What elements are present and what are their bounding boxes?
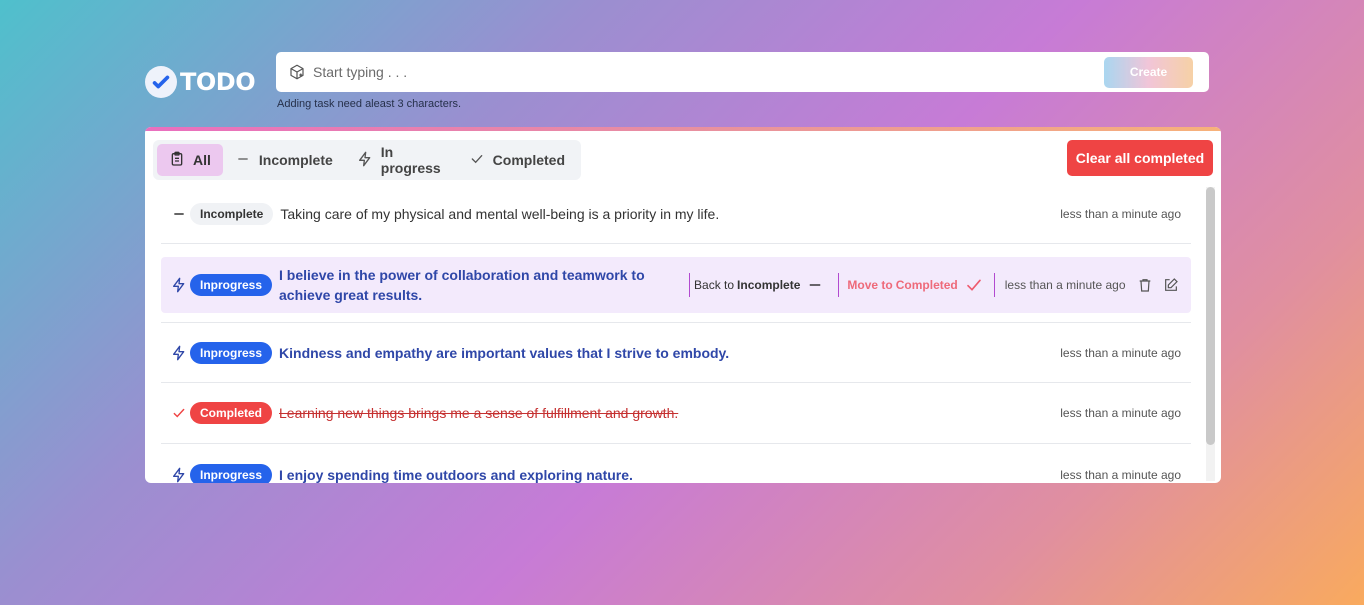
status-badge: Incomplete [190,203,274,225]
create-button[interactable]: Create [1104,56,1193,88]
tab-in-progress-label: In progress [380,144,441,176]
task-row[interactable]: Inprogress I believe in the power of col… [161,257,1191,313]
tab-incomplete-label: Incomplete [258,152,333,168]
tab-all-label: All [193,152,211,168]
task-row[interactable]: Inprogress Kindness and empathy are impo… [161,322,1191,383]
task-time: less than a minute ago [1060,406,1181,420]
task-row[interactable]: Completed Learning new things brings me … [161,383,1191,444]
divider [993,273,995,297]
status-badge: Completed [190,402,273,424]
tab-incomplete[interactable]: Incomplete [223,144,345,176]
minus-icon [235,151,251,170]
task-text: I believe in the power of collaboration … [279,267,645,303]
scrollbar-thumb[interactable] [1206,187,1215,445]
task-text: Learning new things brings me a sense of… [279,405,679,421]
task-text: Kindness and empathy are important value… [279,344,730,361]
task-input[interactable] [313,64,1104,80]
tab-all[interactable]: All [157,144,223,176]
panel-accent-bar [145,127,1221,131]
task-panel: All Incomplete In progress Completed Cle… [145,127,1221,483]
task-text: I enjoy spending time outdoors and explo… [279,466,633,483]
check-icon [966,279,981,291]
lightning-icon [171,467,187,483]
check-icon [469,151,485,170]
task-row[interactable]: Incomplete Taking care of my physical an… [161,185,1191,244]
lightning-icon [357,151,373,170]
minus-icon [810,284,821,286]
tab-completed[interactable]: Completed [457,144,577,176]
status-badge: Inprogress [190,463,273,483]
back-prefix: Back to [694,278,735,292]
tab-completed-label: Completed [492,152,565,168]
row-actions: Back to Incomplete Move to Completed [689,273,995,297]
task-time: less than a minute ago [1060,207,1181,221]
scrollbar[interactable] [1206,187,1215,481]
move-to-completed-button[interactable]: Move to Completed [843,277,989,293]
move-target: Completed [895,278,958,292]
task-time: less than a minute ago [1004,278,1126,292]
tab-in-progress[interactable]: In progress [345,144,457,176]
divider [838,273,840,297]
lightning-icon [171,277,187,293]
trash-icon[interactable] [1136,276,1154,294]
move-prefix: Move to [847,278,893,292]
task-row[interactable]: Inprogress I enjoy spending time outdoor… [161,444,1191,483]
app-title: TODO [180,68,256,96]
box-icon [288,63,306,81]
clipboard-icon [169,151,185,170]
status-badge: Inprogress [190,274,273,296]
task-time: less than a minute ago [1060,467,1181,482]
clear-completed-button[interactable]: Clear all completed [1067,140,1213,176]
lightning-icon [171,345,187,361]
input-hint: Adding task need aleast 3 characters. [277,98,462,110]
check-icon [171,406,187,420]
task-time: less than a minute ago [1060,345,1181,360]
filter-tabs: All Incomplete In progress Completed [153,140,581,180]
back-to-incomplete-button[interactable]: Back to Incomplete [690,278,830,292]
check-badge-icon [145,66,177,98]
task-text: Taking care of my physical and mental we… [280,206,720,222]
minus-icon [171,207,187,221]
status-badge: Inprogress [190,341,273,364]
create-task-bar: Create [276,52,1209,92]
app-logo: TODO [145,66,256,98]
back-target: Incomplete [737,278,801,292]
edit-icon[interactable] [1162,276,1180,294]
